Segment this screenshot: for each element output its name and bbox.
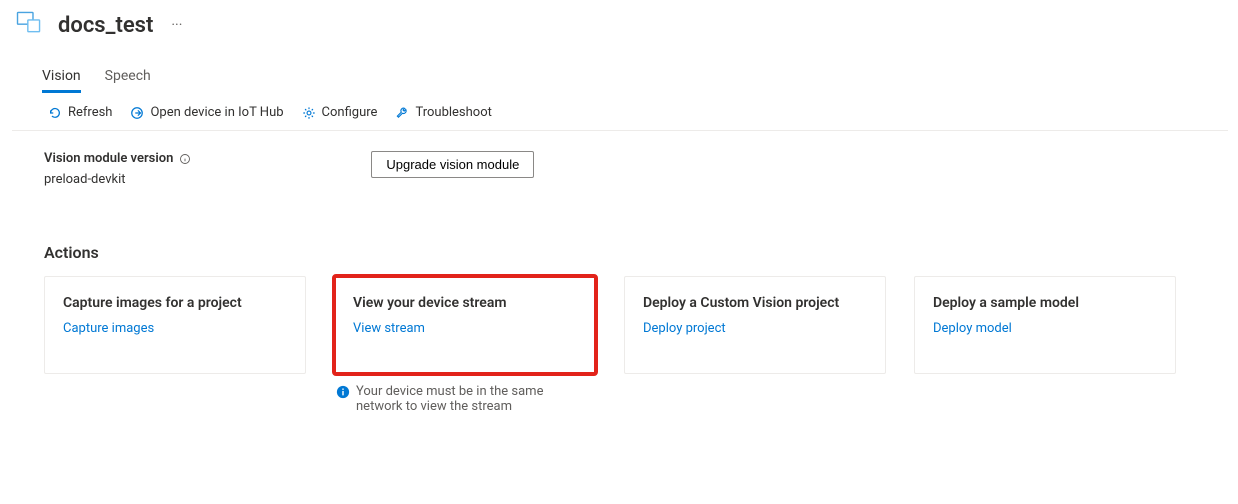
action-card-deploy-sample: Deploy a sample model Deploy model [914,276,1176,374]
refresh-label: Refresh [68,105,112,120]
action-card-capture: Capture images for a project Capture ima… [44,276,306,374]
troubleshoot-label: Troubleshoot [415,105,491,120]
version-label: Vision module version [44,151,191,166]
version-value: preload-devkit [44,172,191,187]
page-title: docs_test [58,13,153,38]
action-card-view-stream: View your device stream View stream [334,276,596,374]
more-button[interactable]: ··· [167,13,186,37]
page-header: docs_test ··· [12,4,1228,46]
actions-grid: Capture images for a project Capture ima… [44,276,1228,374]
tab-speech[interactable]: Speech [105,68,151,93]
action-card-deploy-cv: Deploy a Custom Vision project Deploy pr… [624,276,886,374]
deploy-model-link[interactable]: Deploy model [933,321,1157,336]
upgrade-vision-button[interactable]: Upgrade vision module [371,151,534,178]
refresh-button[interactable]: Refresh [48,105,112,120]
stream-note-text: Your device must be in the same network … [356,384,586,414]
gear-icon [302,106,316,120]
action-title: Deploy a Custom Vision project [643,295,867,311]
device-service-icon [14,8,44,42]
tab-vision[interactable]: Vision [42,68,81,93]
open-iot-label: Open device in IoT Hub [150,105,283,120]
refresh-icon [48,106,62,120]
info-filled-icon [336,385,350,403]
configure-label: Configure [322,105,378,120]
version-label-text: Vision module version [44,151,173,166]
view-stream-link[interactable]: View stream [353,321,577,336]
wrench-icon [395,106,409,120]
arrow-right-circle-icon [130,106,144,120]
info-icon[interactable] [179,153,191,165]
actions-heading: Actions [44,243,1228,262]
toolbar: Refresh Open device in IoT Hub Configure [12,95,1228,131]
capture-images-link[interactable]: Capture images [63,321,287,336]
stream-note: Your device must be in the same network … [336,384,586,414]
version-section: Vision module version preload-devkit Upg… [12,131,1228,187]
tabs: Vision Speech [12,68,1228,93]
action-title: Capture images for a project [63,295,287,311]
configure-button[interactable]: Configure [302,105,378,120]
action-title: Deploy a sample model [933,295,1157,311]
deploy-project-link[interactable]: Deploy project [643,321,867,336]
troubleshoot-button[interactable]: Troubleshoot [395,105,491,120]
open-iot-button[interactable]: Open device in IoT Hub [130,105,283,120]
action-title: View your device stream [353,295,577,311]
